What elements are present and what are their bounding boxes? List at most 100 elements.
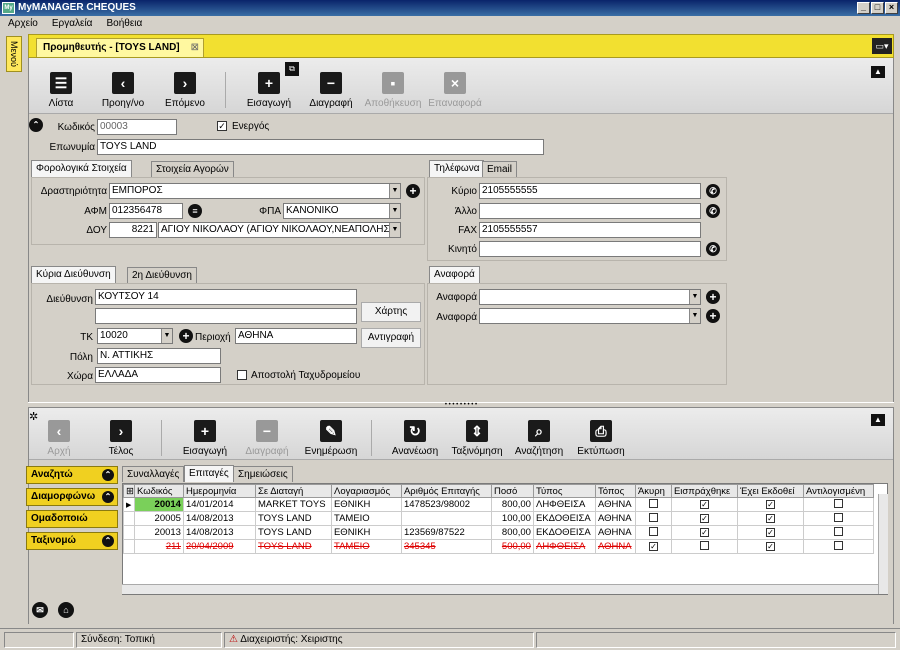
row-checkbox[interactable] xyxy=(648,512,658,522)
row-checkbox[interactable] xyxy=(648,526,658,536)
row-checkbox-cell[interactable]: ✓ xyxy=(670,497,738,512)
mail-checkbox[interactable] xyxy=(237,370,247,380)
row-checkbox[interactable]: ✓ xyxy=(699,500,709,509)
row-checkbox[interactable] xyxy=(833,498,843,508)
tab-cheques[interactable]: Επιταγές xyxy=(184,465,234,482)
row-checkbox-cell[interactable] xyxy=(802,525,874,540)
cell-place[interactable]: ΑΘΗΝΑ xyxy=(594,539,636,554)
phone-main-field[interactable]: 2105555555 xyxy=(479,183,701,199)
update-button[interactable]: ✎ Ενημέρωση xyxy=(301,420,361,457)
row-checkbox[interactable]: ✓ xyxy=(765,528,775,537)
street2-field[interactable] xyxy=(95,308,357,324)
map-button[interactable]: Χάρτης xyxy=(361,302,421,322)
row-checkbox[interactable] xyxy=(833,540,843,550)
maximize-button[interactable]: □ xyxy=(871,2,884,14)
row-checkbox-cell[interactable]: ✓ xyxy=(736,497,804,512)
row-checkbox-cell[interactable] xyxy=(634,511,672,526)
column-header[interactable]: Λογαριασμός xyxy=(330,484,402,498)
column-header[interactable]: Τύπος xyxy=(532,484,596,498)
cell-code[interactable]: 20014 xyxy=(133,497,184,512)
last-button[interactable]: › Τέλος xyxy=(91,420,151,457)
mail-icon[interactable]: ✉ xyxy=(32,602,48,618)
cell-order[interactable]: TOYS LAND xyxy=(254,511,332,526)
tab-tax-details[interactable]: Φορολογικά Στοιχεία xyxy=(31,160,132,177)
tab-reference[interactable]: Αναφορά xyxy=(429,266,480,283)
name-field[interactable]: TOYS LAND xyxy=(97,139,544,155)
cell-amount[interactable]: 500,00 xyxy=(490,539,534,554)
row-checkbox-cell[interactable]: ✓ xyxy=(736,525,804,540)
column-header[interactable]: Σε Διαταγή xyxy=(254,484,332,498)
search-button[interactable]: ⌕ Αναζήτηση xyxy=(509,420,569,457)
cell-cheque[interactable]: 123569/87522 xyxy=(400,525,492,540)
tab-second-address[interactable]: 2η Διεύθυνση xyxy=(127,267,197,283)
row-checkbox[interactable] xyxy=(648,498,658,508)
tab-notes[interactable]: Σημειώσεις xyxy=(233,466,293,482)
nav-search-button[interactable]: Αναζητώ ⌃ xyxy=(26,466,118,484)
cell-type[interactable]: ΛΗΦΘΕΙΣΑ xyxy=(532,539,596,554)
ref2-select[interactable]: ▼ xyxy=(479,308,701,324)
next-button[interactable]: › Επόμενο xyxy=(155,72,215,109)
cell-account[interactable]: ΤΑΜΕΙΟ xyxy=(330,511,402,526)
cell-code[interactable]: 211 xyxy=(133,539,184,554)
row-selector[interactable]: ▶ xyxy=(123,497,135,512)
tab-email[interactable]: Email xyxy=(482,161,518,177)
cell-amount[interactable]: 800,00 xyxy=(490,497,534,512)
close-button[interactable]: × xyxy=(885,2,898,14)
phone-icon[interactable]: ✆ xyxy=(706,242,720,256)
add-tk-icon[interactable]: + xyxy=(179,329,193,343)
row-selector[interactable] xyxy=(123,511,135,526)
active-checkbox[interactable]: ✓ xyxy=(217,121,227,131)
cell-type[interactable]: ΛΗΦΘΕΙΣΑ xyxy=(532,497,596,512)
minimize-button[interactable]: _ xyxy=(857,2,870,14)
tab-purchase-details[interactable]: Στοιχεία Αγορών xyxy=(151,161,234,177)
refresh-button[interactable]: ↻ Ανανέωση xyxy=(385,420,445,457)
table-row[interactable]: 211 20/04/2009 TOYS LAND ΤΑΜΕΙΟ 345345 500,00… xyxy=(123,539,874,554)
menu-file[interactable]: Αρχείο xyxy=(8,18,38,29)
area-field[interactable]: ΑΘΗΝΑ xyxy=(235,328,357,344)
activity-select[interactable]: ΕΜΠΟΡΟΣ ▼ xyxy=(109,183,401,199)
row-checkbox-cell[interactable]: ✓ xyxy=(736,511,804,526)
row-checkbox-cell[interactable] xyxy=(634,497,672,512)
save-button[interactable]: ▪ Αποθήκευση xyxy=(363,72,423,109)
row-selector[interactable] xyxy=(123,525,135,540)
nav-format-button[interactable]: Διαμορφώνω ⌃ xyxy=(26,488,118,506)
row-checkbox[interactable]: ✓ xyxy=(765,542,775,551)
cell-code[interactable]: 20013 xyxy=(133,525,184,540)
row-selector-header[interactable]: ⊞ xyxy=(123,484,135,498)
phone-icon[interactable]: ✆ xyxy=(706,184,720,198)
column-header[interactable]: Τόπος xyxy=(594,484,636,498)
row-checkbox-cell[interactable] xyxy=(802,539,874,554)
cell-date[interactable]: 20/04/2009 xyxy=(182,539,256,554)
street-field[interactable]: ΚΟΥΤΣΟΥ 14 xyxy=(95,289,357,305)
cell-amount[interactable]: 100,00 xyxy=(490,511,534,526)
row-checkbox[interactable]: ✓ xyxy=(648,542,658,551)
first-button[interactable]: ‹ Αρχή xyxy=(29,420,89,457)
cell-date[interactable]: 14/08/2013 xyxy=(182,511,256,526)
list-button[interactable]: ☰ Λίστα xyxy=(31,72,91,109)
close-tab-icon[interactable]: ⊠ xyxy=(191,39,199,57)
row-checkbox-cell[interactable]: ✓ xyxy=(670,525,738,540)
cell-account[interactable]: ΕΘΝΙΚΗ xyxy=(330,497,402,512)
column-header[interactable]: Άκυρη xyxy=(634,484,672,498)
copy-address-button[interactable]: Αντιγραφή xyxy=(361,328,421,348)
row-checkbox[interactable] xyxy=(833,526,843,536)
cell-code[interactable]: 20005 xyxy=(133,511,184,526)
cell-amount[interactable]: 800,00 xyxy=(490,525,534,540)
cell-cheque[interactable]: 345345 xyxy=(400,539,492,554)
add-activity-icon[interactable]: + xyxy=(406,184,420,198)
column-header[interactable]: Κωδικός xyxy=(133,484,184,498)
mobile-field[interactable] xyxy=(479,241,701,257)
print-button[interactable]: ⎙ Εκτύπωση xyxy=(571,420,631,457)
tk-select[interactable]: 10020 ▼ xyxy=(97,328,173,344)
row-selector[interactable] xyxy=(123,539,135,554)
row-checkbox-cell[interactable] xyxy=(802,511,874,526)
row-checkbox[interactable]: ✓ xyxy=(699,528,709,537)
revert-button[interactable]: × Επαναφορά xyxy=(425,72,485,109)
column-header[interactable]: Ημερομηνία xyxy=(182,484,256,498)
cell-account[interactable]: ΕΘΝΙΚΗ xyxy=(330,525,402,540)
ref1-select[interactable]: ▼ xyxy=(479,289,701,305)
fpa-select[interactable]: ΚΑΝΟΝΙΚΟ ▼ xyxy=(283,203,401,219)
tab-main-address[interactable]: Κύρια Διεύθυνση xyxy=(31,266,116,283)
collapse-header-icon[interactable]: ⌃ xyxy=(29,118,43,132)
afm-lookup-icon[interactable]: ≡ xyxy=(188,204,202,218)
